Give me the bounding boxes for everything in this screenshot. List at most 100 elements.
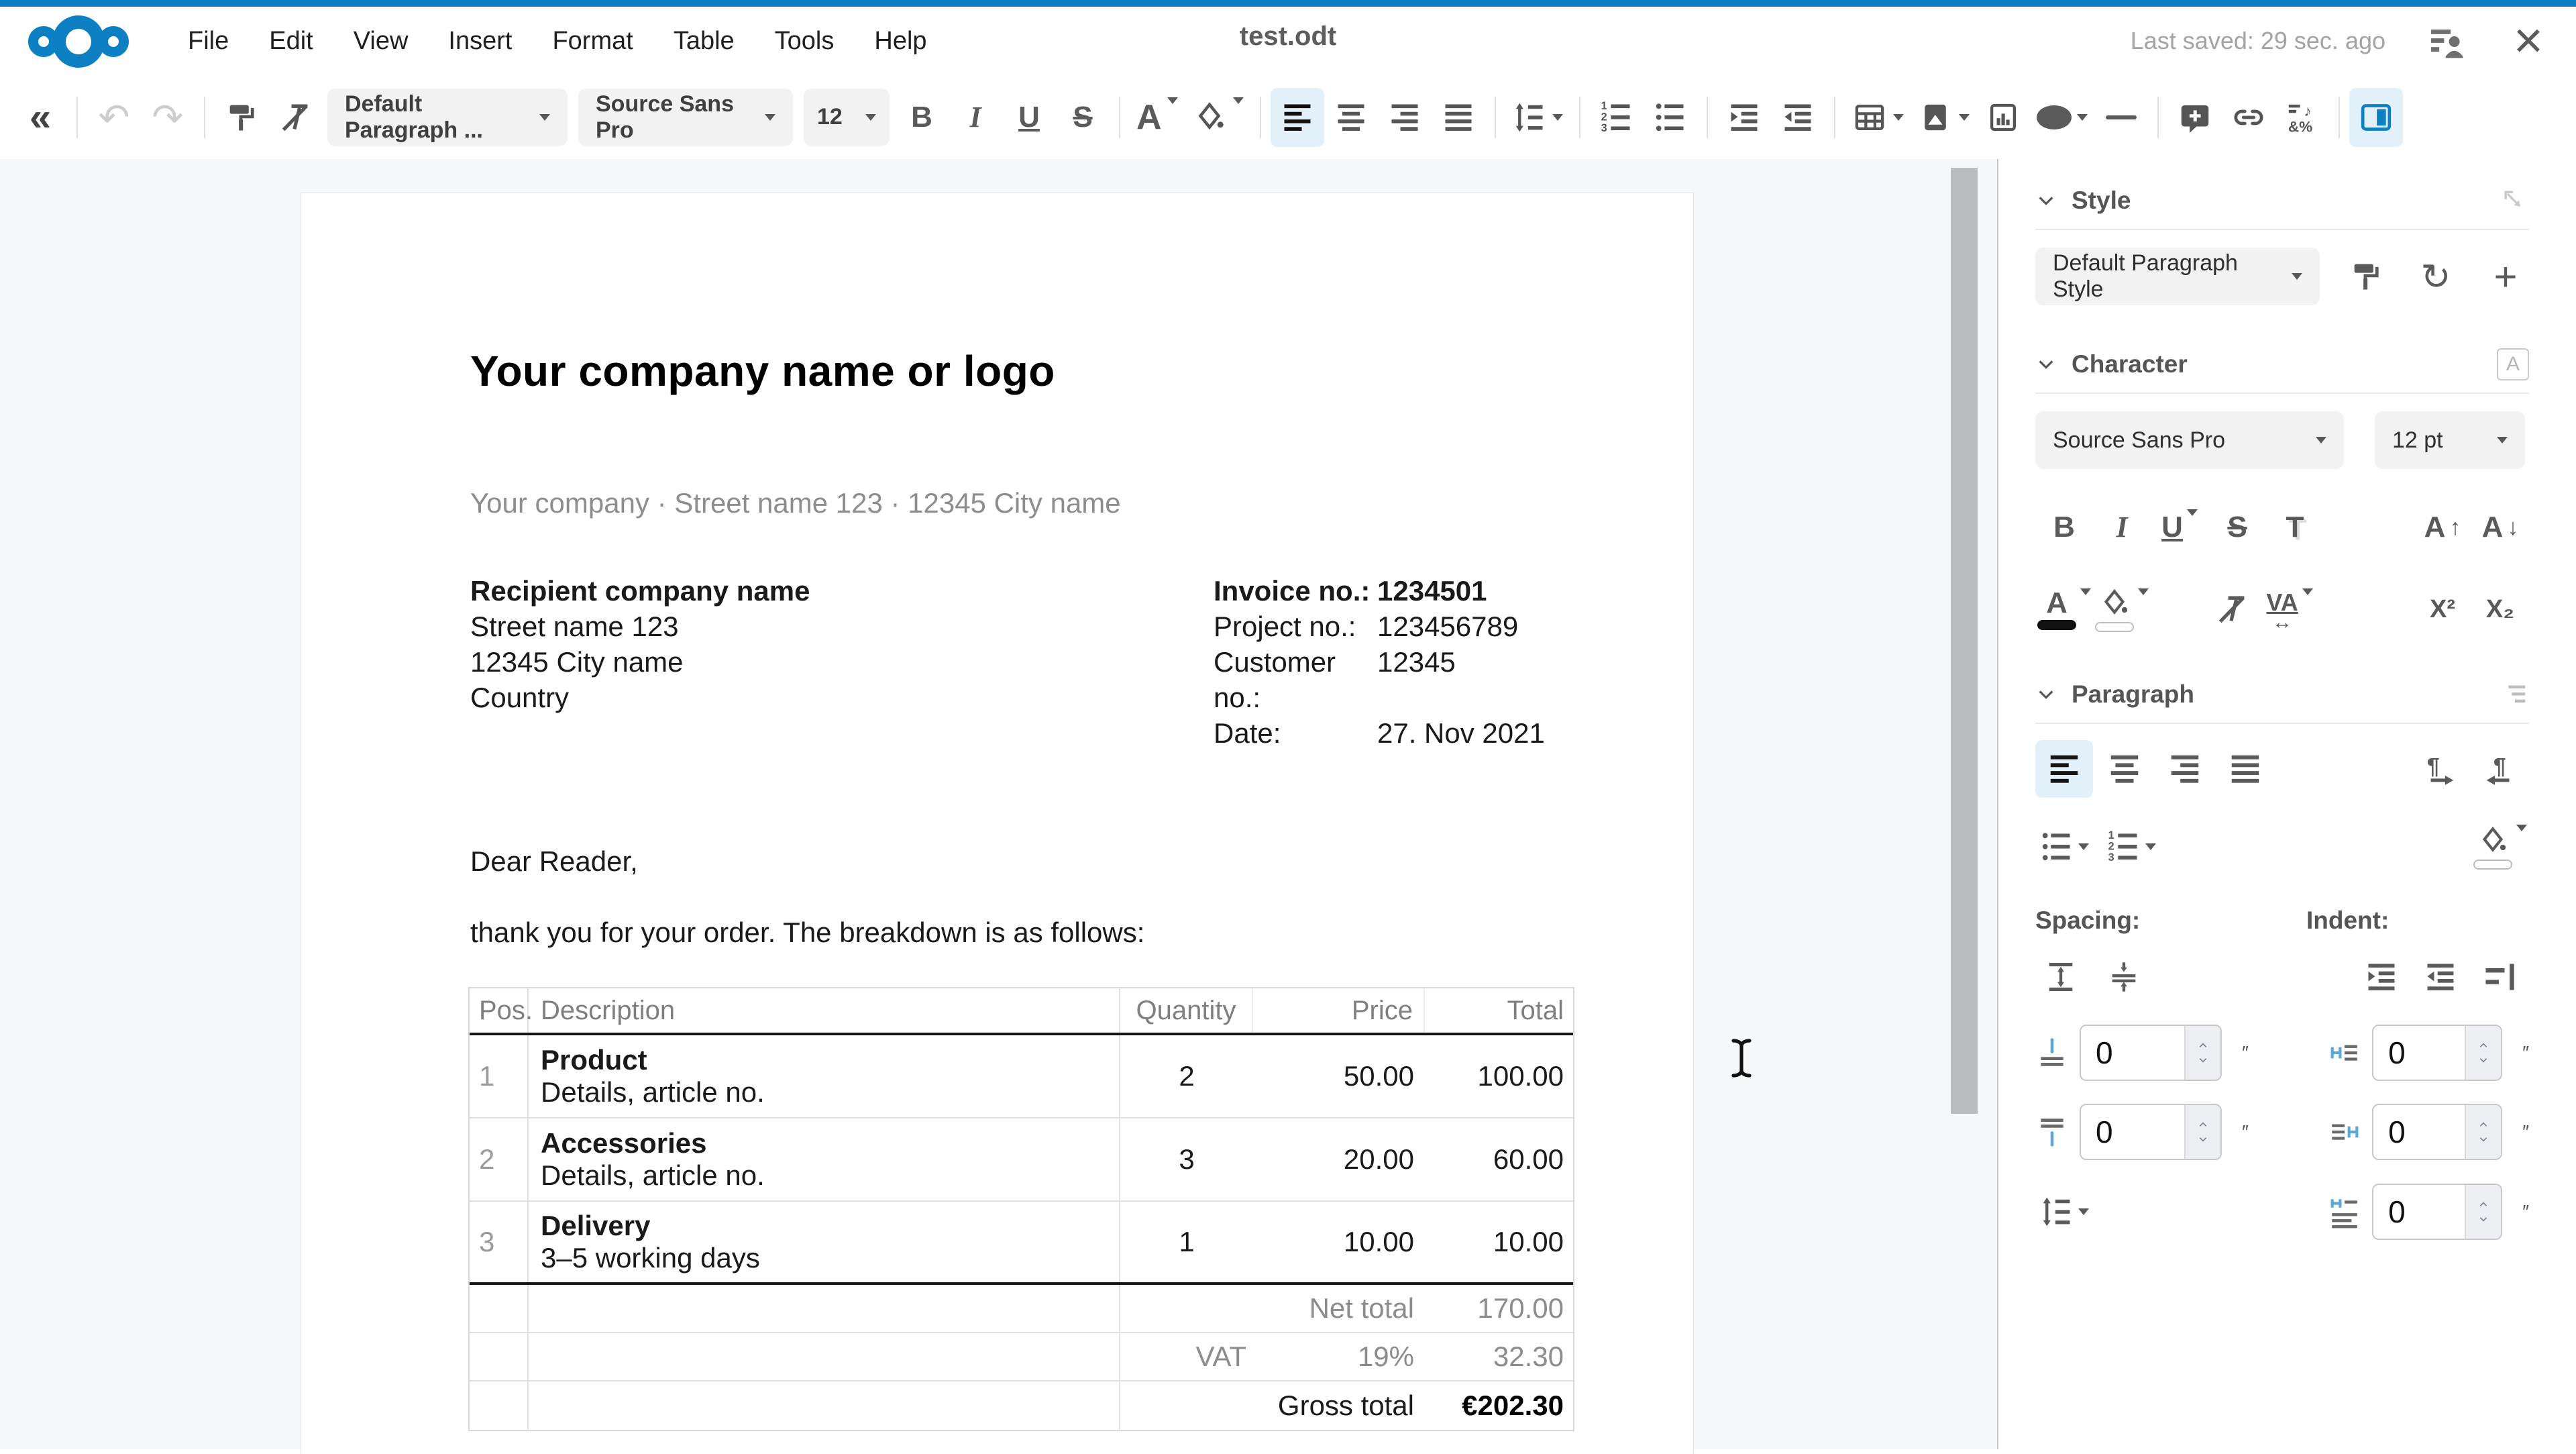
subscript-button[interactable]: X₂ — [2471, 580, 2529, 638]
sidebar-justify-button[interactable] — [2216, 740, 2274, 798]
follow-editors-icon[interactable] — [2426, 20, 2467, 62]
paragraph-ltr-button[interactable] — [2411, 740, 2469, 798]
gross-total-row[interactable]: Gross total €202.30 — [470, 1382, 1573, 1430]
justify-button[interactable] — [1432, 88, 1485, 147]
spinner-buttons[interactable] — [2465, 1105, 2501, 1159]
shrink-font-button[interactable]: A↓ — [2471, 499, 2529, 556]
superscript-button[interactable]: X² — [2414, 580, 2471, 638]
vat-row[interactable]: VAT 19% 32.30 — [470, 1333, 1573, 1382]
sidebar-decrease-indent-button[interactable] — [2415, 948, 2466, 1006]
sidebar-font-color-button[interactable]: A — [2035, 580, 2093, 638]
align-left-button[interactable] — [1271, 88, 1324, 147]
sidebar-align-center-button[interactable] — [2096, 740, 2153, 798]
sidebar-font-name-select[interactable]: Source Sans Pro — [2035, 411, 2344, 469]
undo-button[interactable]: ↶ — [87, 88, 141, 147]
font-size-select[interactable]: 12 — [804, 89, 890, 146]
menu-tools[interactable]: Tools — [773, 23, 836, 60]
sidebar-increase-indent-button[interactable] — [2356, 948, 2407, 1006]
align-center-button[interactable] — [1324, 88, 1378, 147]
insert-line-button[interactable] — [2094, 88, 2148, 147]
document-canvas[interactable]: Your company name or logo Your company ·… — [0, 159, 1997, 1449]
paragraph-rtl-button[interactable] — [2471, 740, 2529, 798]
underline-button[interactable]: U — [1002, 88, 1056, 147]
collapse-toolbar-button[interactable]: « — [13, 88, 67, 147]
sidebar-italic-button[interactable]: I — [2093, 499, 2151, 556]
highlight-color-button[interactable] — [1185, 88, 1250, 147]
font-color-button[interactable]: A — [1130, 88, 1185, 147]
paragraph-style-select[interactable]: Default Paragraph ... — [327, 89, 568, 146]
sidebar-align-left-button[interactable] — [2035, 740, 2093, 798]
sidebar-clear-formatting-button[interactable] — [2203, 580, 2261, 638]
sidebar-paragraph-style-select[interactable]: Default Paragraph Style — [2035, 248, 2320, 305]
character-dialog-icon[interactable]: A — [2497, 348, 2529, 380]
close-button[interactable]: × — [2508, 20, 2549, 62]
document-page[interactable]: Your company name or logo Your company ·… — [301, 193, 1694, 1454]
sidebar-underline-button[interactable]: U — [2151, 499, 2208, 556]
align-right-button[interactable] — [1378, 88, 1432, 147]
increase-indent-button[interactable] — [1717, 88, 1771, 147]
special-character-button[interactable] — [2275, 88, 2329, 147]
strikethrough-button[interactable]: S — [1056, 88, 1110, 147]
vertical-scrollbar[interactable] — [1951, 168, 1978, 1114]
insert-chart-button[interactable] — [1976, 88, 2030, 147]
ordered-list-button[interactable] — [1590, 88, 1644, 147]
character-section-header[interactable]: Character A — [2035, 347, 2529, 382]
unordered-list-button[interactable] — [1644, 88, 1697, 147]
decrease-spacing-button[interactable] — [2098, 948, 2149, 1006]
decrease-indent-button[interactable] — [1771, 88, 1825, 147]
insert-shape-button[interactable] — [2030, 88, 2094, 147]
after-text-indent-field[interactable]: 0 — [2372, 1104, 2502, 1160]
first-line-indent-field[interactable]: 0 — [2372, 1184, 2502, 1240]
new-style-button[interactable]: + — [2482, 248, 2529, 305]
sidebar-shadow-button[interactable]: T — [2266, 499, 2324, 556]
bold-button[interactable]: B — [895, 88, 949, 147]
menu-file[interactable]: File — [186, 23, 230, 60]
increase-spacing-button[interactable] — [2035, 948, 2086, 1006]
paragraph-section-header[interactable]: Paragraph — [2035, 677, 2529, 712]
sidebar-highlight-color-button[interactable] — [2093, 580, 2151, 638]
above-paragraph-spacing-field[interactable]: 0 — [2080, 1025, 2222, 1081]
redo-button[interactable]: ↷ — [141, 88, 195, 147]
line-spacing-button[interactable] — [1505, 88, 1570, 147]
menu-insert[interactable]: Insert — [447, 23, 513, 60]
sidebar-bold-button[interactable]: B — [2035, 499, 2093, 556]
menu-help[interactable]: Help — [873, 23, 928, 60]
net-total-row[interactable]: Net total 170.00 — [470, 1285, 1573, 1333]
paragraph-background-button[interactable] — [2471, 818, 2529, 876]
sidebar-strikethrough-button[interactable]: S — [2208, 499, 2266, 556]
invoice-table[interactable]: Pos. Description Quantity Price Total 1 … — [468, 987, 1574, 1431]
before-text-indent-field[interactable]: 0 — [2372, 1025, 2502, 1081]
sidebar-numbered-list-button[interactable] — [2102, 818, 2160, 876]
sidebar-toggle-button[interactable] — [2349, 88, 2403, 147]
style-section-header[interactable]: Style — [2035, 183, 2529, 218]
below-paragraph-spacing-field[interactable]: 0 — [2080, 1104, 2222, 1160]
grow-font-button[interactable]: A↑ — [2414, 499, 2471, 556]
hanging-indent-button[interactable] — [2474, 948, 2525, 1006]
insert-hyperlink-button[interactable] — [2222, 88, 2275, 147]
table-row[interactable]: 1 Product Details, article no. 2 50.00 1… — [470, 1035, 1573, 1119]
character-spacing-button[interactable]: VA↔ — [2261, 580, 2318, 638]
menu-edit[interactable]: Edit — [268, 23, 314, 60]
clone-formatting-button[interactable] — [215, 88, 268, 147]
insert-comment-button[interactable] — [2168, 88, 2222, 147]
table-row[interactable]: 2 Accessories Details, article no. 3 20.… — [470, 1119, 1573, 1202]
spinner-buttons[interactable] — [2465, 1026, 2501, 1080]
insert-image-button[interactable] — [1911, 88, 1976, 147]
menu-view[interactable]: View — [352, 23, 410, 60]
menu-format[interactable]: Format — [551, 23, 634, 60]
sidebar-align-right-button[interactable] — [2156, 740, 2214, 798]
update-style-roller-button[interactable] — [2343, 248, 2390, 305]
sidebar-line-spacing-button[interactable] — [2035, 1183, 2093, 1241]
spinner-buttons[interactable] — [2184, 1105, 2220, 1159]
insert-table-button[interactable] — [1845, 88, 1911, 147]
detach-panel-icon[interactable] — [2500, 186, 2529, 215]
spinner-buttons[interactable] — [2184, 1026, 2220, 1080]
italic-button[interactable]: I — [949, 88, 1002, 147]
refresh-style-button[interactable]: ↻ — [2412, 248, 2459, 305]
sidebar-font-size-select[interactable]: 12 pt — [2375, 411, 2525, 469]
table-row[interactable]: 3 Delivery 3–5 working days 1 10.00 10.0… — [470, 1202, 1573, 1285]
font-name-select[interactable]: Source Sans Pro — [578, 89, 793, 146]
paragraph-dialog-icon[interactable] — [2498, 679, 2529, 710]
sidebar-bullet-list-button[interactable] — [2035, 818, 2093, 876]
menu-table[interactable]: Table — [672, 23, 736, 60]
